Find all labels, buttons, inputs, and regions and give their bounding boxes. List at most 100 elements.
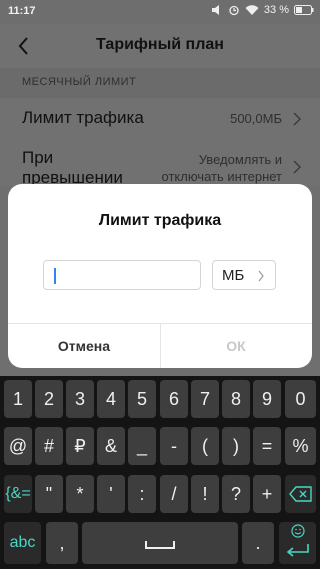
key-6[interactable]: 6 — [160, 380, 188, 418]
key-label: _ — [136, 436, 147, 456]
key-colon[interactable]: : — [128, 475, 156, 513]
key-label: @ — [8, 436, 28, 456]
key-plus[interactable]: + — [253, 475, 281, 513]
page-title: Тарифный план — [96, 36, 224, 53]
key-label: + — [261, 484, 273, 504]
key-percent[interactable]: % — [285, 427, 316, 465]
chevron-right-icon — [258, 270, 264, 282]
key-exclamation[interactable]: ! — [191, 475, 219, 513]
key-2[interactable]: 2 — [35, 380, 63, 418]
status-icons: 33 % — [211, 4, 314, 16]
unit-select[interactable]: МБ — [212, 260, 276, 290]
key-slash[interactable]: / — [160, 475, 188, 513]
key-1[interactable]: 1 — [4, 380, 32, 418]
key-abc[interactable]: abc — [4, 522, 41, 564]
ok-button[interactable]: ОК — [160, 324, 312, 368]
wifi-icon — [245, 4, 259, 16]
chevron-right-icon — [293, 160, 301, 174]
key-label: , — [59, 533, 65, 553]
mute-icon — [211, 4, 223, 16]
key-asterisk[interactable]: * — [66, 475, 94, 513]
emoji-icon — [291, 524, 305, 538]
row-label-line1: При — [22, 148, 54, 167]
key-comma[interactable]: , — [46, 522, 78, 564]
key-label: # — [43, 436, 54, 456]
key-paren-open[interactable]: ( — [191, 427, 219, 465]
row-value: 500,0МБ — [230, 111, 282, 126]
alarm-icon — [228, 4, 240, 16]
key-3[interactable]: 3 — [66, 380, 94, 418]
row-value-line1: Уведомлять и — [198, 152, 282, 167]
key-at[interactable]: @ — [4, 427, 32, 465]
key-label: ' — [109, 484, 113, 504]
key-9[interactable]: 9 — [253, 380, 281, 418]
limit-input[interactable] — [43, 260, 201, 290]
key-question[interactable]: ? — [222, 475, 250, 513]
key-label: 1 — [12, 389, 23, 409]
key-0[interactable]: 0 — [285, 380, 316, 418]
key-label: = — [261, 436, 273, 456]
space-icon — [145, 541, 175, 549]
backspace-key[interactable] — [285, 475, 316, 513]
key-label: % — [292, 436, 309, 456]
key-label: ! — [202, 484, 208, 504]
key-label: . — [255, 533, 261, 553]
key-7[interactable]: 7 — [191, 380, 219, 418]
traffic-limit-dialog: Лимит трафика МБ Отмена ОК — [8, 184, 312, 368]
battery-percent: 33 % — [263, 4, 289, 16]
key-minus[interactable]: - — [160, 427, 188, 465]
app-header: Тарифный план — [0, 24, 320, 68]
traffic-limit-row[interactable]: Лимит трафика 500,0МБ — [0, 98, 320, 140]
key-symbols-toggle[interactable]: {&= — [4, 475, 32, 513]
key-label: / — [171, 484, 177, 504]
key-label: {&= — [5, 485, 31, 502]
key-label: - — [171, 436, 177, 456]
key-label: 6 — [168, 389, 179, 409]
key-label: ₽ — [74, 436, 86, 456]
key-label: 5 — [136, 389, 147, 409]
key-5[interactable]: 5 — [128, 380, 156, 418]
key-label: 3 — [74, 389, 85, 409]
key-label: : — [139, 484, 145, 504]
status-time: 11:17 — [8, 5, 36, 17]
key-label: 4 — [105, 389, 116, 409]
status-bar: 11:17 33 % — [0, 0, 320, 24]
key-label: ) — [233, 436, 239, 456]
key-label: abc — [9, 534, 36, 551]
cancel-button[interactable]: Отмена — [8, 324, 160, 368]
key-4[interactable]: 4 — [97, 380, 125, 418]
key-underscore[interactable]: _ — [128, 427, 156, 465]
enter-key[interactable] — [279, 522, 316, 564]
battery-icon — [294, 5, 314, 15]
overlimit-row[interactable]: При превышении Уведомлять и отключать ин… — [0, 140, 320, 187]
key-label: * — [76, 484, 84, 504]
unit-label: МБ — [222, 267, 245, 284]
key-label: & — [104, 436, 117, 456]
key-label: " — [45, 484, 53, 504]
key-equals[interactable]: = — [253, 427, 281, 465]
row-value-line2: отключать интернет — [161, 169, 282, 184]
key-ruble[interactable]: ₽ — [66, 427, 94, 465]
keyboard: 1 2 3 4 5 6 7 8 9 0 @ # ₽ & _ - ( ) = % … — [0, 376, 320, 569]
key-label: ( — [202, 436, 208, 456]
key-quote[interactable]: " — [35, 475, 63, 513]
row-label: Лимит трафика — [22, 108, 144, 127]
key-label: 8 — [230, 389, 241, 409]
key-ampersand[interactable]: & — [97, 427, 125, 465]
section-header: МЕСЯЧНЫЙ ЛИМИТ — [0, 68, 320, 98]
key-label: 0 — [295, 389, 306, 409]
key-label: 9 — [261, 389, 272, 409]
key-apostrophe[interactable]: ' — [97, 475, 125, 513]
key-label: ? — [230, 484, 241, 504]
section-label: МЕСЯЧНЫЙ ЛИМИТ — [22, 76, 137, 88]
key-label: 2 — [43, 389, 54, 409]
space-key[interactable] — [82, 522, 238, 564]
key-label: 7 — [199, 389, 210, 409]
backspace-icon — [288, 486, 312, 502]
key-period[interactable]: . — [242, 522, 274, 564]
key-hash[interactable]: # — [35, 427, 63, 465]
enter-arrow-icon — [286, 544, 309, 557]
chevron-right-icon — [293, 112, 301, 126]
key-paren-close[interactable]: ) — [222, 427, 250, 465]
key-8[interactable]: 8 — [222, 380, 250, 418]
